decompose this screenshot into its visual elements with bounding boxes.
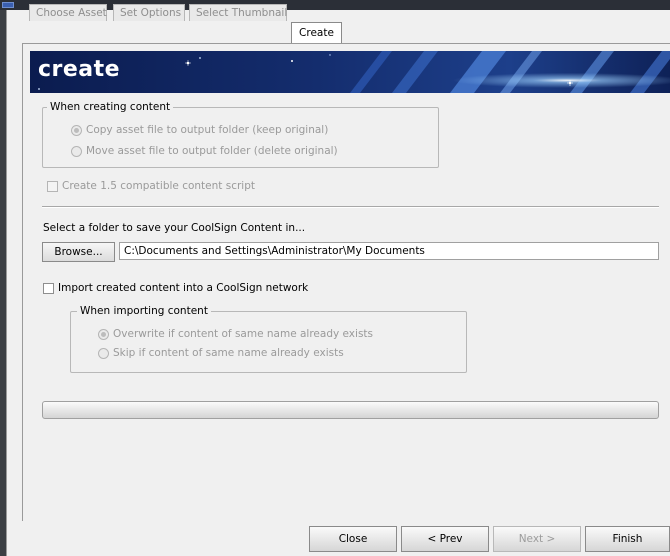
copy-asset-label: Copy asset file to output folder (keep o… <box>86 124 329 136</box>
move-asset-label: Move asset file to output folder (delete… <box>86 145 338 157</box>
skip-label: Skip if content of same name already exi… <box>113 347 344 359</box>
browse-button[interactable]: Browse... <box>42 242 115 262</box>
compat-script-checkbox[interactable] <box>47 180 58 192</box>
move-asset-option[interactable]: Move asset file to output folder (delete… <box>71 145 338 157</box>
skip-option[interactable]: Skip if content of same name already exi… <box>98 347 344 359</box>
move-asset-radio[interactable] <box>71 145 82 157</box>
importing-content-group <box>70 311 467 373</box>
tab-set-options[interactable]: Set Options <box>113 4 185 21</box>
importing-content-group-label: When importing content <box>77 305 211 317</box>
tab-choose-asset[interactable]: Choose Asset <box>29 4 107 21</box>
overwrite-radio[interactable] <box>98 328 109 340</box>
save-folder-path-field[interactable]: C:\Documents and Settings\Administrator\… <box>119 242 659 260</box>
overwrite-label: Overwrite if content of same name alread… <box>113 328 373 340</box>
close-button[interactable]: Close <box>309 526 397 552</box>
next-button-label: Next > <box>518 533 556 545</box>
compat-script-label: Create 1.5 compatible content script <box>62 180 255 192</box>
finish-button[interactable]: Finish <box>585 526 670 552</box>
prev-button[interactable]: < Prev <box>401 526 489 552</box>
compat-script-option[interactable]: Create 1.5 compatible content script <box>47 180 255 192</box>
save-folder-prompt: Select a folder to save your CoolSign Co… <box>43 222 306 234</box>
banner-graphic <box>30 51 670 93</box>
create-banner: create <box>30 51 670 93</box>
copy-asset-option[interactable]: Copy asset file to output folder (keep o… <box>71 124 328 136</box>
window-icon <box>2 2 14 8</box>
close-button-label: Close <box>338 533 368 545</box>
skip-radio[interactable] <box>98 347 109 359</box>
overwrite-option[interactable]: Overwrite if content of same name alread… <box>98 328 373 340</box>
section-divider <box>42 206 659 208</box>
import-network-checkbox[interactable] <box>43 282 54 294</box>
tab-create[interactable]: Create <box>291 22 342 44</box>
import-network-option[interactable]: Import created content into a CoolSign n… <box>43 282 308 294</box>
banner-title: create <box>38 57 121 82</box>
import-network-label: Import created content into a CoolSign n… <box>58 282 309 294</box>
next-button[interactable]: Next > <box>493 526 581 552</box>
progress-bar <box>42 401 659 419</box>
prev-button-label: < Prev <box>427 533 463 545</box>
tab-select-thumbnail[interactable]: Select Thumbnail <box>189 4 287 21</box>
copy-asset-radio[interactable] <box>71 124 82 136</box>
creating-content-group <box>42 107 439 168</box>
finish-button-label: Finish <box>612 533 643 545</box>
creating-content-group-label: When creating content <box>47 101 174 113</box>
